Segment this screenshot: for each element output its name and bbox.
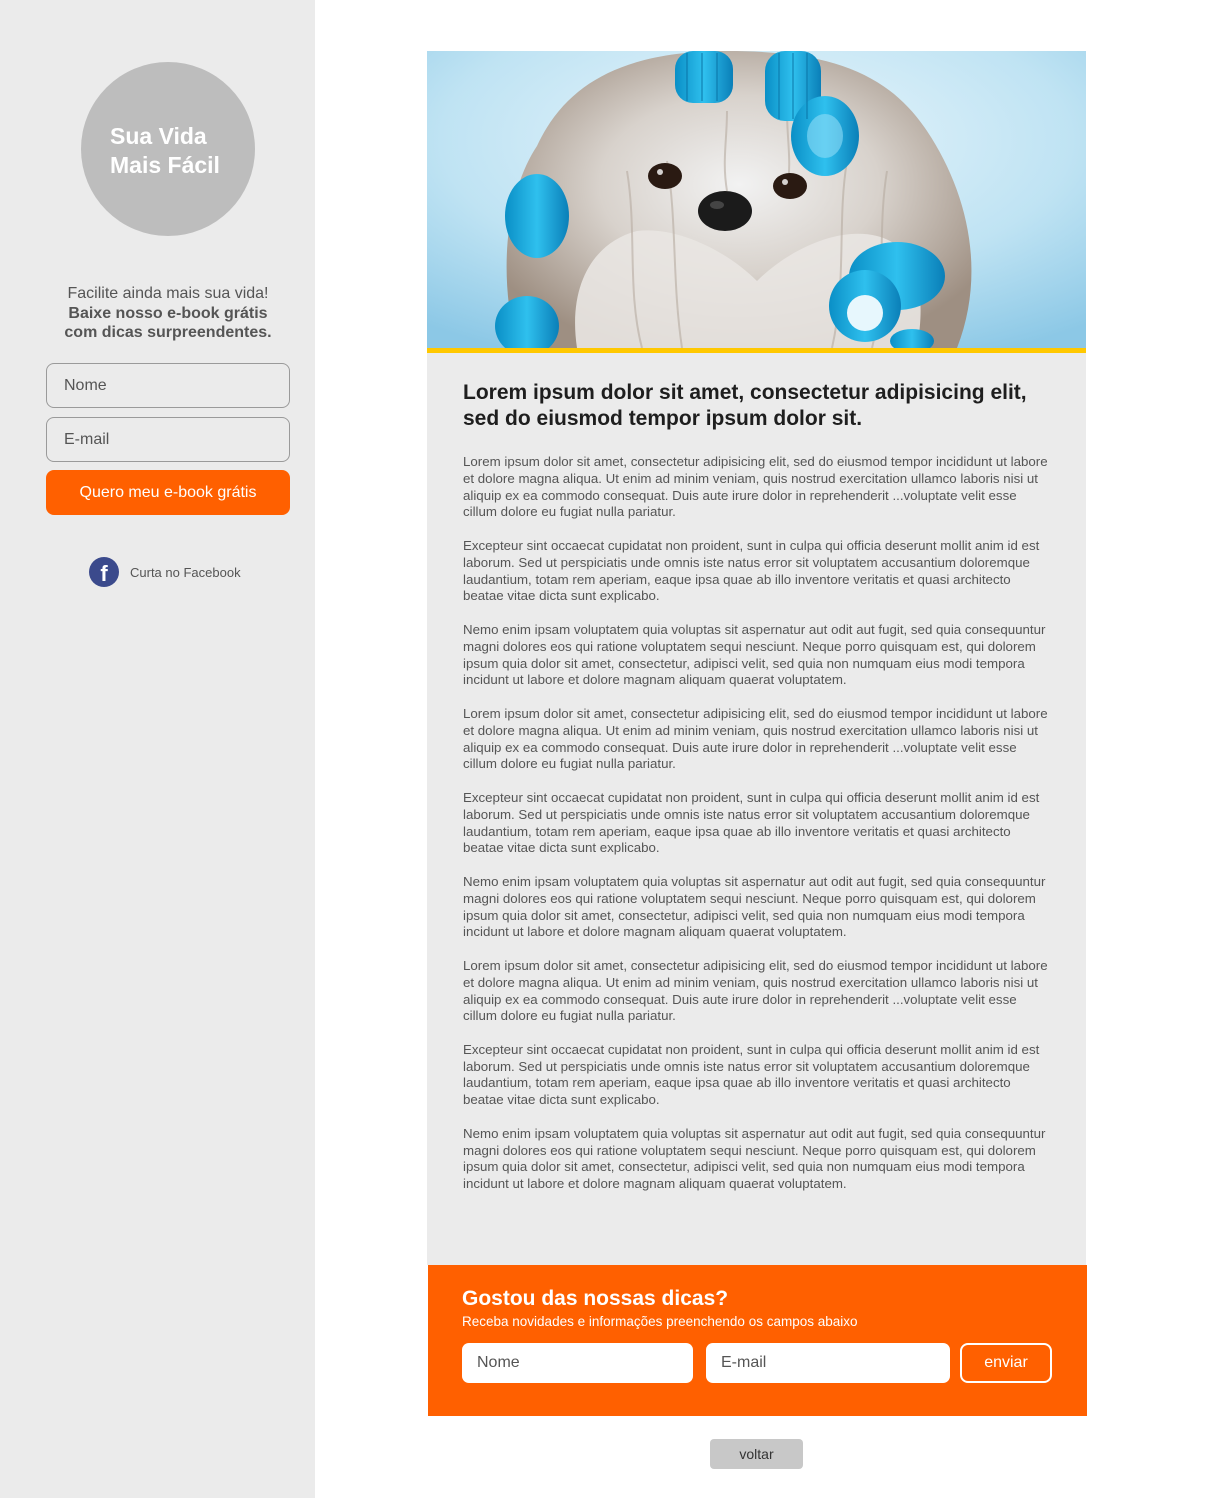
newsletter-name-input[interactable] [462,1343,693,1383]
get-ebook-button[interactable]: Quero meu e-book grátis [46,470,290,515]
sidebar-name-input[interactable] [46,363,290,408]
ebook-intro: Facilite ainda mais sua vida! Baixe noss… [30,284,306,343]
logo-text: Sua Vida Mais Fácil [110,122,220,180]
logo-line-2: Mais Fácil [110,152,220,178]
newsletter-subtitle: Receba novidades e informações preenchen… [462,1314,858,1329]
facebook-label[interactable]: Curta no Facebook [130,565,241,580]
article-body: Lorem ipsum dolor sit amet, consectetur … [463,454,1053,1210]
newsletter-submit-button[interactable]: enviar [960,1343,1052,1383]
newsletter-email-input[interactable] [706,1343,950,1383]
back-button[interactable]: voltar [710,1439,803,1469]
ebook-intro-bold-1: Baixe nosso e-book grátis [68,304,268,322]
newsletter-title: Gostou das nossas dicas? [462,1287,729,1310]
article-paragraph: Excepteur sint occaecat cupidatat non pr… [463,789,1040,856]
logo: Sua Vida Mais Fácil [81,62,255,236]
facebook-icon[interactable]: f [89,557,119,587]
sidebar-email-input[interactable] [46,417,290,462]
ebook-intro-line: Facilite ainda mais sua vida! [67,285,269,302]
logo-line-1: Sua Vida [110,123,207,149]
newsletter-section: Gostou das nossas dicas? Receba novidade… [428,1265,1087,1416]
article: Lorem ipsum dolor sit amet, consectetur … [427,353,1086,1265]
article-paragraph: Excepteur sint occaecat cupidatat non pr… [463,537,1040,604]
article-paragraph: Excepteur sint occaecat cupidatat non pr… [463,1041,1040,1108]
article-paragraph: Lorem ipsum dolor sit amet, consectetur … [463,705,1048,772]
article-paragraph: Nemo enim ipsam voluptatem quia voluptas… [463,873,1046,940]
article-paragraph: Nemo enim ipsam voluptatem quia voluptas… [463,1125,1046,1192]
article-paragraph: Lorem ipsum dolor sit amet, consectetur … [463,454,1048,520]
article-headline: Lorem ipsum dolor sit amet, consectetur … [463,381,1027,430]
ebook-intro-bold-2: com dicas surpreendentes. [64,324,272,341]
facebook-like-link[interactable]: f Curta no Facebook [89,557,241,587]
hero-image [427,51,1086,348]
dog-with-rollers-image [427,51,1086,348]
article-paragraph: Lorem ipsum dolor sit amet, consectetur … [463,957,1048,1024]
sidebar: Sua Vida Mais Fácil Facilite ainda mais … [0,0,315,1498]
article-paragraph: Nemo enim ipsam voluptatem quia voluptas… [463,621,1046,688]
